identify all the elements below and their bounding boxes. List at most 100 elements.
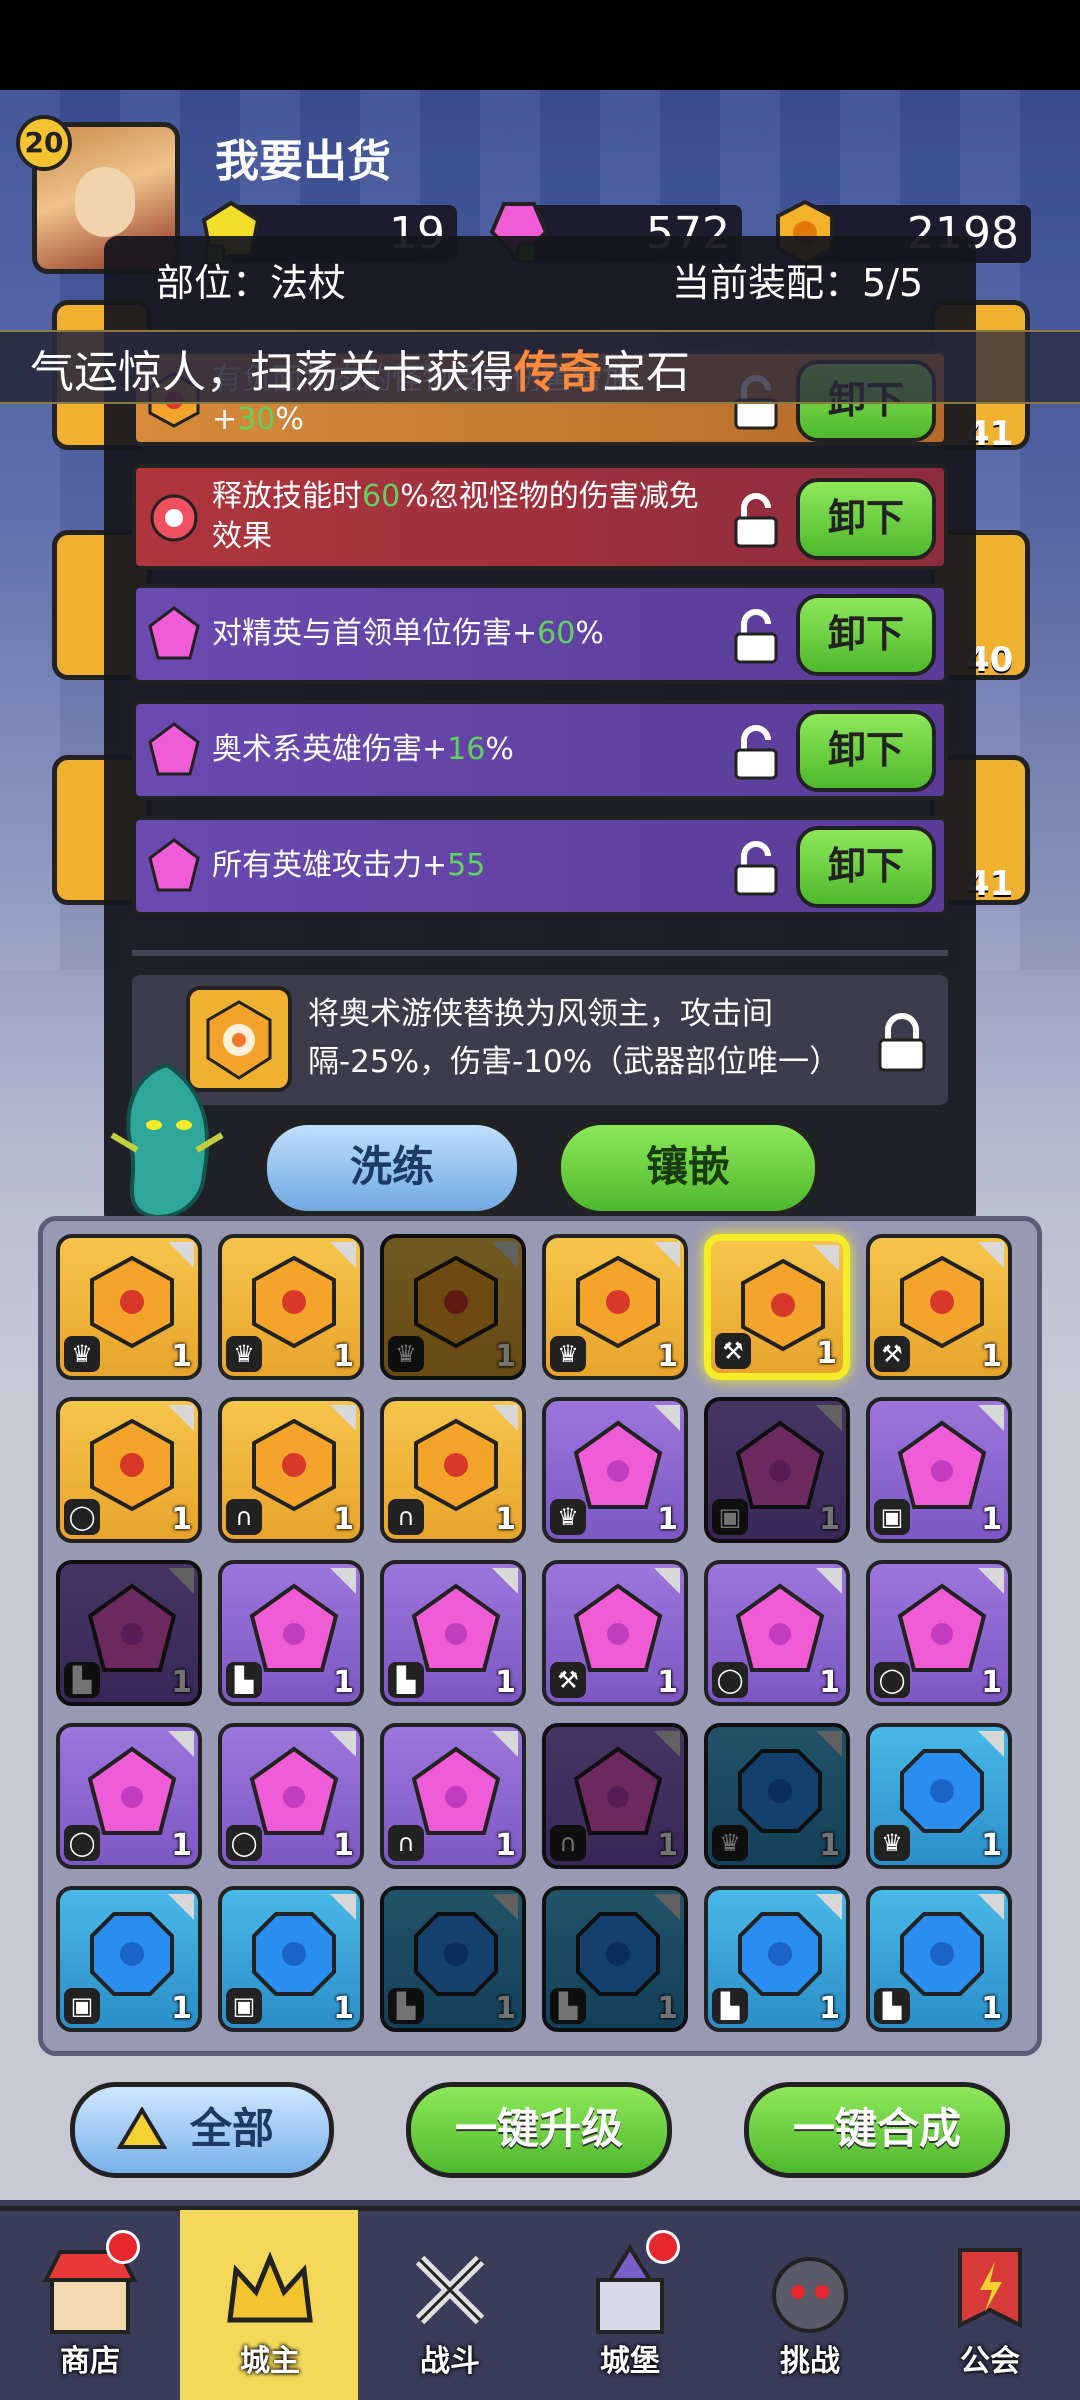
auto-merge-button[interactable]: 一键合成 (744, 2082, 1010, 2178)
gem-cell[interactable]: ▙ 1 (866, 1886, 1012, 2032)
unlock-icon[interactable] (726, 490, 786, 550)
gem-cell[interactable]: ▣ 1 (218, 1886, 364, 2032)
gem-cell[interactable]: ▙ 1 (542, 1886, 688, 2032)
gem-cell[interactable]: ∩ 1 (380, 1397, 526, 1543)
gem-cell[interactable]: ◯ 1 (56, 1723, 202, 1869)
corner-tag (330, 1731, 356, 1757)
gold-gem-icon (252, 1255, 336, 1349)
part-label: 部位：法杖 (156, 261, 347, 305)
unlock-icon[interactable] (726, 722, 786, 782)
nav-guild[interactable]: 公会 (900, 2210, 1080, 2400)
corner-tag (168, 1894, 194, 1920)
gem-cell[interactable]: ◯ 1 (56, 1397, 202, 1543)
gem-cell[interactable]: ∩ 1 (380, 1723, 526, 1869)
lock-icon[interactable] (872, 1010, 932, 1074)
gem-cell[interactable]: ⚒ 1 (542, 1560, 688, 1706)
slot-type-icon: ♛ (550, 1499, 586, 1535)
corner-tag (654, 1242, 680, 1268)
slot-type-icon: ◯ (64, 1499, 100, 1535)
gem-count: 1 (495, 1339, 516, 1374)
gem-count: 1 (333, 1665, 354, 1700)
gem-cell[interactable]: ♛ 1 (704, 1723, 850, 1869)
nav-lord[interactable]: 城主 (180, 2210, 360, 2400)
nav-label: 战斗 (420, 2344, 480, 2379)
corner-tag (816, 1405, 842, 1431)
filter-all-button[interactable]: 全部 (70, 2082, 334, 2178)
player-level-badge: 20 (16, 115, 72, 171)
nav-challenge[interactable]: 挑战 (720, 2210, 900, 2400)
nav-shop[interactable]: 商店 (0, 2210, 180, 2400)
gem-cell[interactable]: ▙ 1 (218, 1560, 364, 1706)
gold-gem-icon (252, 1418, 336, 1512)
gem-count: 1 (981, 1828, 1002, 1863)
gem-cell[interactable]: ▙ 1 (380, 1886, 526, 2032)
gem-cell[interactable]: ▣ 1 (56, 1886, 202, 2032)
gem-cell[interactable]: ♛ 1 (542, 1234, 688, 1380)
gem-count: 1 (495, 1991, 516, 2026)
gem-effect-text: 奥术系英雄伤害+16% (212, 732, 514, 767)
reroll-button[interactable]: 洗练 (262, 1120, 522, 1216)
purple-gem-icon (87, 1746, 177, 1835)
gem-cell[interactable]: ▣ 1 (866, 1397, 1012, 1543)
gem-cell[interactable]: ∩ 1 (218, 1397, 364, 1543)
gem-cell[interactable]: ♛ 1 (56, 1234, 202, 1380)
slot-type-icon: ▙ (226, 1662, 262, 1698)
filter-all-label: 全部 (189, 2104, 274, 2153)
nav-label: 公会 (960, 2344, 1020, 2379)
nav-label: 城堡 (600, 2344, 660, 2379)
unequip-button[interactable]: 卸下 (796, 710, 936, 792)
unlock-icon[interactable] (726, 606, 786, 666)
purple-gem-icon (573, 1746, 663, 1835)
gem-cell[interactable]: ∩ 1 (542, 1723, 688, 1869)
slot-type-icon: ∩ (388, 1825, 424, 1861)
corner-tag (816, 1731, 842, 1757)
gold-gem-icon (90, 1255, 174, 1349)
gem-count: 1 (171, 1339, 192, 1374)
slot-type-icon: ⚒ (874, 1336, 910, 1372)
gem-cell[interactable]: ♛ 1 (218, 1234, 364, 1380)
slot-type-icon: ▣ (874, 1499, 910, 1535)
corner-tag (330, 1242, 356, 1268)
slot-type-icon: ⚒ (550, 1662, 586, 1698)
gem-count: 1 (333, 1502, 354, 1537)
unequip-button[interactable]: 卸下 (796, 594, 936, 676)
corner-tag (978, 1242, 1004, 1268)
gem-cell[interactable]: ▣ 1 (704, 1397, 850, 1543)
gem-cell[interactable]: ◯ 1 (704, 1560, 850, 1706)
crown-icon (227, 2251, 313, 2323)
gem-cell[interactable]: ⚒ 1 (704, 1234, 850, 1380)
purple-gem-icon (148, 606, 200, 660)
nav-battle[interactable]: 战斗 (360, 2210, 540, 2400)
slot-type-icon: ▣ (712, 1499, 748, 1535)
unequip-button[interactable]: 卸下 (796, 478, 936, 560)
slot-type-icon: ▣ (64, 1988, 100, 2024)
gem-cell[interactable]: ▙ 1 (380, 1560, 526, 1706)
corner-tag (654, 1405, 680, 1431)
gem-cell[interactable]: ▙ 1 (704, 1886, 850, 2032)
gem-cell[interactable]: ♛ 1 (542, 1397, 688, 1543)
slot-type-icon: ▙ (388, 1662, 424, 1698)
gem-cell[interactable]: ♛ 1 (866, 1723, 1012, 1869)
corner-tag (492, 1894, 518, 1920)
auto-upgrade-button[interactable]: 一键升级 (406, 2082, 672, 2178)
nav-castle[interactable]: 城堡 (540, 2210, 720, 2400)
blue-gem-icon (738, 1749, 822, 1833)
gem-count: 1 (657, 1502, 678, 1537)
unlock-icon[interactable] (726, 838, 786, 898)
unequip-button[interactable]: 卸下 (796, 826, 936, 908)
slot-type-icon: ∩ (388, 1499, 424, 1535)
gem-cell[interactable]: ◯ 1 (218, 1723, 364, 1869)
gem-cell[interactable]: ▙ 1 (56, 1560, 202, 1706)
blue-gem-icon (576, 1912, 660, 1996)
corner-tag (168, 1405, 194, 1431)
gem-count: 1 (981, 1339, 1002, 1374)
gem-count: 1 (171, 1665, 192, 1700)
gem-cell[interactable]: ♛ 1 (380, 1234, 526, 1380)
spirit-mascot (110, 1062, 224, 1219)
blue-gem-icon (90, 1912, 174, 1996)
gem-cell[interactable]: ⚒ 1 (866, 1234, 1012, 1380)
red-gem-icon (150, 494, 198, 542)
inlay-button[interactable]: 镶嵌 (556, 1120, 820, 1216)
gem-cell[interactable]: ◯ 1 (866, 1560, 1012, 1706)
corner-tag (330, 1568, 356, 1594)
